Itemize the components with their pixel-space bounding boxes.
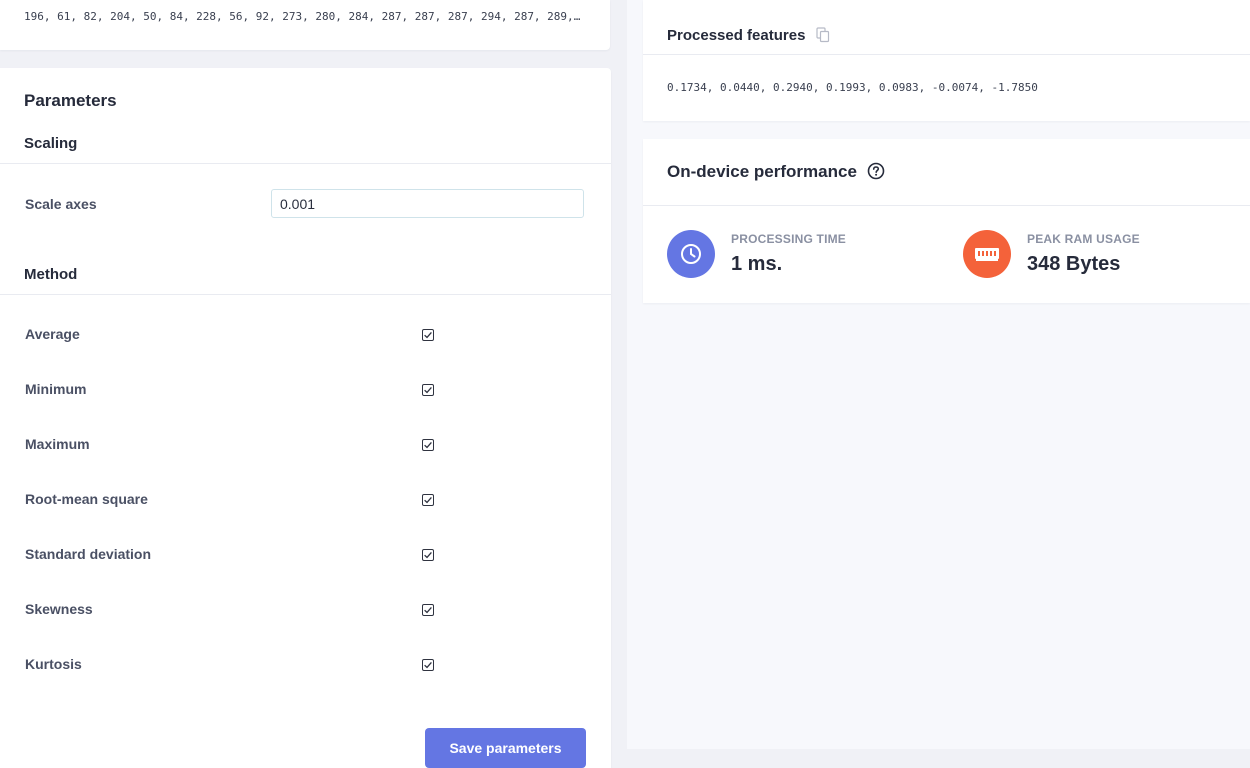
processing-time-value: 1 ms. — [731, 253, 783, 275]
method-divider — [0, 294, 611, 295]
checkmark-icon — [424, 661, 432, 669]
processing-time-label: PROCESSING TIME — [731, 232, 847, 246]
memory-icon — [963, 230, 1011, 278]
processed-features-values: 0.1734, 0.0440, 0.2940, 0.1993, 0.0983, … — [667, 81, 1038, 94]
on-device-performance-card: On-device performance PROCESSING TIME 1 … — [643, 139, 1250, 303]
save-parameters-button[interactable]: Save parameters — [425, 728, 586, 768]
method-label-average: Average — [25, 326, 80, 342]
processed-features-divider — [643, 54, 1250, 55]
scaling-section-title: Scaling — [24, 135, 78, 152]
scale-axes-label: Scale axes — [25, 196, 97, 212]
method-checkbox-skewness[interactable] — [422, 604, 434, 616]
copy-icon[interactable] — [816, 27, 830, 43]
method-label-rms: Root-mean square — [25, 491, 148, 507]
performance-divider — [643, 205, 1250, 206]
scaling-divider — [0, 163, 611, 164]
checkmark-icon — [424, 496, 432, 504]
checkmark-icon — [424, 386, 432, 394]
method-checkbox-maximum[interactable] — [422, 439, 434, 451]
scale-axes-input[interactable] — [271, 189, 584, 218]
method-label-stddev: Standard deviation — [25, 546, 152, 562]
method-section-title: Method — [24, 266, 78, 283]
method-checkbox-stddev[interactable] — [422, 549, 434, 561]
method-label-minimum: Minimum — [25, 381, 87, 397]
processed-features-title: Processed features — [667, 27, 806, 44]
question-circle-icon[interactable] — [867, 162, 885, 180]
method-label-kurtosis: Kurtosis — [25, 656, 82, 672]
raw-data-values: 196, 61, 82, 204, 50, 84, 228, 56, 92, 2… — [24, 10, 586, 23]
method-checkbox-kurtosis[interactable] — [422, 659, 434, 671]
parameters-card: Parameters Scaling Scale axes Method Ave… — [0, 68, 611, 768]
parameters-title: Parameters — [24, 91, 117, 110]
peak-ram-label: PEAK RAM USAGE — [1027, 232, 1140, 246]
method-checkbox-average[interactable] — [422, 329, 434, 341]
method-label-maximum: Maximum — [25, 436, 90, 452]
method-checkbox-minimum[interactable] — [422, 384, 434, 396]
method-label-skewness: Skewness — [25, 601, 93, 617]
checkmark-icon — [424, 551, 432, 559]
processed-features-card: Processed features 0.1734, 0.0440, 0.294… — [643, 0, 1250, 121]
performance-title: On-device performance — [667, 162, 857, 181]
method-checkbox-rms[interactable] — [422, 494, 434, 506]
checkmark-icon — [424, 441, 432, 449]
clock-icon — [667, 230, 715, 278]
checkmark-icon — [424, 331, 432, 339]
checkmark-icon — [424, 606, 432, 614]
peak-ram-value: 348 Bytes — [1027, 253, 1121, 275]
raw-data-card: 196, 61, 82, 204, 50, 84, 228, 56, 92, 2… — [0, 0, 610, 50]
